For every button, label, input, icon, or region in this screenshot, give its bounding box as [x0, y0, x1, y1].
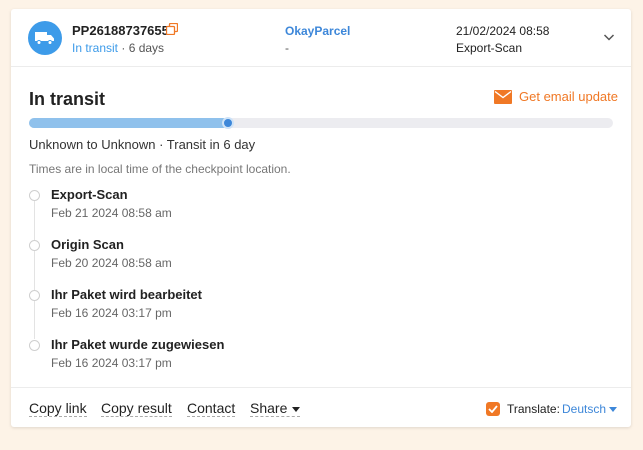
timeline-dot	[29, 190, 40, 201]
event-title: Origin Scan	[51, 237, 124, 252]
share-label: Share	[250, 400, 288, 416]
timeline-event: Ihr Paket wird bearbeitet Feb 16 2024 03…	[29, 287, 429, 327]
caret-down-icon	[609, 407, 618, 413]
contact-button[interactable]: Contact	[187, 401, 236, 417]
status-text: In transit	[72, 41, 119, 55]
copy-icon[interactable]	[166, 23, 178, 35]
event-time: Feb 16 2024 03:17 pm	[51, 306, 172, 320]
mail-icon	[494, 89, 512, 104]
chevron-down-icon[interactable]	[603, 32, 615, 42]
timeline-event: Export-Scan Feb 21 2024 08:58 am	[29, 187, 429, 227]
event-time: Feb 20 2024 08:58 am	[51, 256, 172, 270]
status-title: In transit	[29, 89, 106, 109]
translate-language-select[interactable]: Deutsch	[562, 402, 618, 416]
email-update-label: Get email update	[519, 89, 619, 104]
translate-label: Translate:	[507, 402, 560, 416]
carrier-subtext: -	[285, 41, 289, 55]
timeline-event: Origin Scan Feb 20 2024 08:58 am	[29, 237, 429, 277]
email-update-button[interactable]: Get email update	[494, 89, 618, 104]
event-title: Ihr Paket wurde zugewiesen	[51, 337, 225, 352]
action-footer: Copy link Copy result Contact Share Tran…	[11, 387, 631, 427]
tracking-card: PP26188737655 In transit · 6 days OkayPa…	[11, 9, 631, 427]
tracking-number: PP26188737655	[72, 23, 169, 38]
copy-link-button[interactable]: Copy link	[29, 401, 87, 417]
route-summary: Unknown to Unknown · Transit in 6 day	[29, 137, 256, 152]
copy-result-button[interactable]: Copy result	[101, 401, 172, 417]
translate-checkbox[interactable]	[486, 402, 500, 416]
truck-icon	[28, 21, 62, 55]
progress-bar	[29, 117, 613, 129]
last-update-time: 21/02/2024 08:58	[456, 24, 550, 38]
event-time: Feb 16 2024 03:17 pm	[51, 356, 172, 370]
progress-fill	[29, 118, 228, 128]
status-duration: · 6 days	[118, 41, 165, 55]
checkmark-icon	[488, 405, 498, 413]
status-line: In transit · 6 days	[72, 41, 164, 55]
event-title: Export-Scan	[51, 187, 128, 202]
event-time: Feb 21 2024 08:58 am	[51, 206, 172, 220]
timeline-dot	[29, 290, 40, 301]
event-title: Ihr Paket wird bearbeitet	[51, 287, 202, 302]
translate-language: Deutsch	[562, 402, 607, 416]
timeline-event: Ihr Paket wurde zugewiesen Feb 16 2024 0…	[29, 337, 429, 377]
timeline-dot	[29, 240, 40, 251]
shipment-header[interactable]: PP26188737655 In transit · 6 days OkayPa…	[11, 9, 631, 67]
progress-marker	[222, 117, 234, 129]
timeline-dot	[29, 340, 40, 351]
timezone-note: Times are in local time of the checkpoin…	[29, 162, 291, 176]
carrier-link[interactable]: OkayParcel	[285, 24, 350, 38]
share-button[interactable]: Share	[250, 400, 301, 417]
last-event: Export-Scan	[456, 41, 523, 55]
caret-down-icon	[292, 406, 301, 412]
